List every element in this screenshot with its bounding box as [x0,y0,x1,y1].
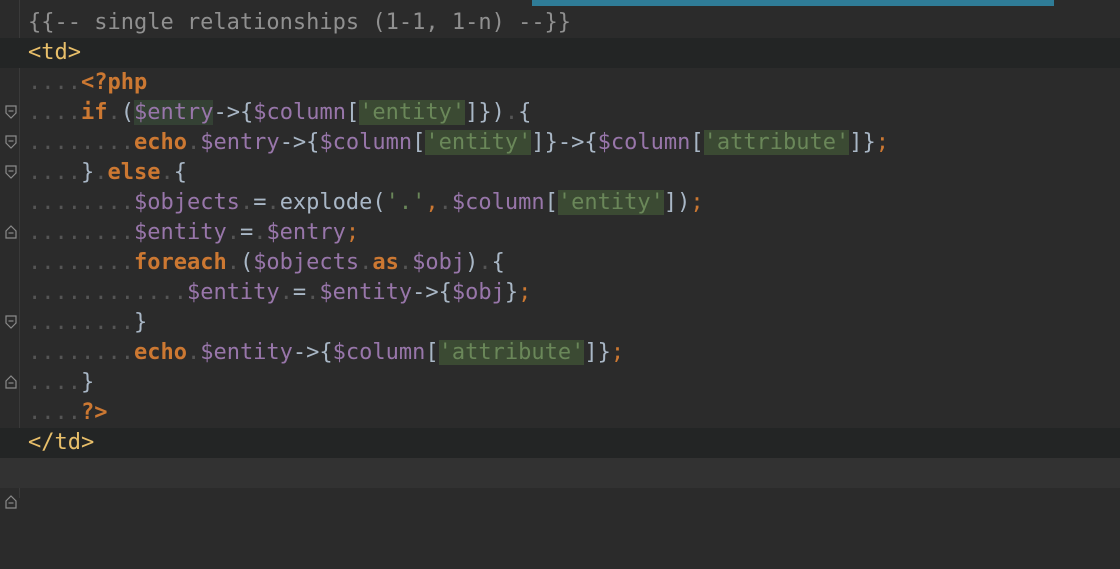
code-line-12[interactable]: ........echo.$entity->{$column['attribut… [0,338,1120,368]
html-tag-td-close: </td> [28,430,95,455]
code-line-16[interactable] [0,458,1120,488]
var-objects: $objects [133,190,240,215]
function-explode: explode [279,190,373,215]
php-open-tag: <?php [80,70,148,95]
var-column: $column [332,340,426,365]
var-entity: $entity [200,340,293,365]
horizontal-scrollbar[interactable] [532,0,1054,6]
string-attribute: 'attribute' [438,340,585,365]
code-line-13[interactable]: ....} [0,368,1120,449]
var-entity: $entity [319,280,413,305]
var-column: $column [319,130,413,155]
code-line-2[interactable]: <td> [0,38,1120,119]
var-entity: $entity [133,220,227,245]
code-line-11[interactable]: ........} [0,308,1120,389]
var-entry: $entry [200,130,280,155]
var-obj: $obj [412,250,466,275]
php-close-tag: ?> [80,400,108,425]
keyword-if: if [80,100,108,125]
code-line-6[interactable]: ....}.else.{ [0,158,1120,239]
html-tag-td-open: <td> [28,40,81,65]
code-line-9[interactable]: ........foreach.($objects.as.$obj).{ [0,248,1120,329]
fold-close-icon[interactable] [5,405,17,479]
code-line-15[interactable]: </td> [0,428,1120,509]
fold-close-icon[interactable] [5,435,17,509]
code-line-1[interactable]: {{-- single relationships (1-1, 1-n) --}… [0,8,1120,38]
var-entry: $entry [133,100,214,125]
code-lines[interactable]: {{-- single relationships (1-1, 1-n) --}… [0,8,1120,509]
keyword-echo: echo [133,340,187,365]
code-line-7[interactable]: ........$objects.=.explode('.',.$column[… [0,188,1120,218]
fold-close-icon[interactable] [5,315,17,389]
code-line-3[interactable]: ....<?php [0,68,1120,149]
code-line-10[interactable]: ............$entity.=.$entity->{$obj}; [0,278,1120,308]
string-attribute: 'attribute' [703,130,850,155]
blade-comment: {{-- single relationships (1-1, 1-n) --}… [28,10,572,35]
keyword-else: else [107,160,161,185]
var-objects: $objects [253,250,360,275]
code-line-4[interactable]: ....if.($entry->{$column['entity']}).{ [0,98,1120,179]
code-line-14[interactable]: ....?> [0,398,1120,479]
string-entity: 'entity' [425,130,532,155]
code-line-5[interactable]: ........echo.$entry->{$column['entity']}… [0,128,1120,158]
fold-open-icon[interactable] [5,75,17,149]
fold-close-icon[interactable] [5,375,17,449]
string-dot: '.' [385,190,426,215]
keyword-foreach: foreach [133,250,227,275]
fold-open-icon[interactable] [5,255,17,329]
string-entity: 'entity' [557,190,664,215]
fold-open-icon[interactable] [5,105,17,179]
code-line-8[interactable]: ........$entity.=.$entry; [0,218,1120,248]
var-entry: $entry [266,220,346,245]
keyword-as: as [372,250,399,275]
keyword-echo: echo [133,130,187,155]
var-obj: $obj [451,280,505,305]
var-column: $column [451,190,545,215]
var-column: $column [253,100,346,125]
var-entity: $entity [186,280,280,305]
fold-open-icon[interactable] [5,45,17,119]
code-editor[interactable]: {{-- single relationships (1-1, 1-n) --}… [0,0,1120,509]
var-column: $column [597,130,691,155]
string-entity: 'entity' [359,100,466,125]
fold-close-icon[interactable] [5,165,17,239]
